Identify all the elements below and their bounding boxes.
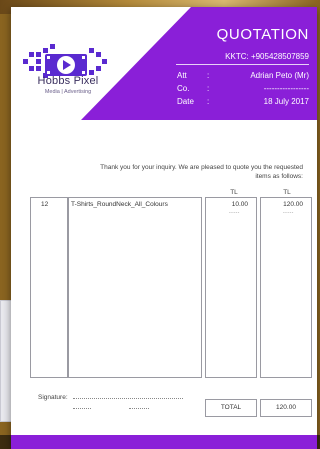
footer-band (11, 435, 317, 449)
row-qty: 12 (41, 201, 49, 208)
signature-line (73, 398, 183, 399)
currency-header-unit: TL (230, 189, 238, 196)
total-label: TOTAL (205, 399, 257, 417)
meta-value: ----------------- (263, 84, 309, 93)
table-column-qty (30, 197, 68, 378)
meta-label: Att (177, 71, 187, 80)
intro-line: items as follows: (255, 173, 303, 180)
signature-line (73, 408, 91, 409)
intro-line: Thank you for your inquiry. We are pleas… (100, 164, 303, 171)
meta-row-date: Date : 18 July 2017 (177, 97, 309, 109)
signature-label: Signature: (38, 394, 68, 401)
table-column-unit-price (205, 197, 257, 378)
meta-colon: : (207, 71, 210, 80)
total-value: 120.00 (260, 399, 312, 417)
brand-name: Hobbs Pixel (37, 75, 99, 87)
row-amount: 120.00 (283, 201, 303, 208)
meta-value: Adrian Peto (Mr) (250, 71, 309, 80)
brand-tagline: Media | Advertising (44, 89, 92, 95)
header-divider (176, 64, 309, 65)
meta-label: Date (177, 97, 194, 106)
table-column-amount (260, 197, 312, 378)
currency-header-amount: TL (283, 189, 291, 196)
row-description: T-Shirts_RoundNeck_All_Colours (71, 201, 168, 208)
page-title: QUOTATION (216, 26, 309, 43)
meta-colon: : (207, 97, 210, 106)
intro-text: Thank you for your inquiry. We are pleas… (41, 163, 303, 181)
meta-colon: : (207, 84, 210, 93)
meta-label: Co. (177, 84, 190, 93)
row-unit-price: 10.00 (231, 201, 248, 208)
table-column-description (68, 197, 202, 378)
meta-row-company: Co. : ----------------- (177, 84, 309, 96)
row-unit-price-dash: ----- (229, 210, 240, 216)
contact-phone: KKTC: +905428507859 (225, 52, 309, 61)
meta-row-att: Att : Adrian Peto (Mr) (177, 71, 309, 83)
row-amount-dash: ----- (283, 210, 294, 216)
meta-value: 18 July 2017 (263, 97, 309, 106)
quotation-document: Hobbs Pixel Media | Advertising QUOTATIO… (11, 7, 317, 449)
signature-line (129, 408, 149, 409)
